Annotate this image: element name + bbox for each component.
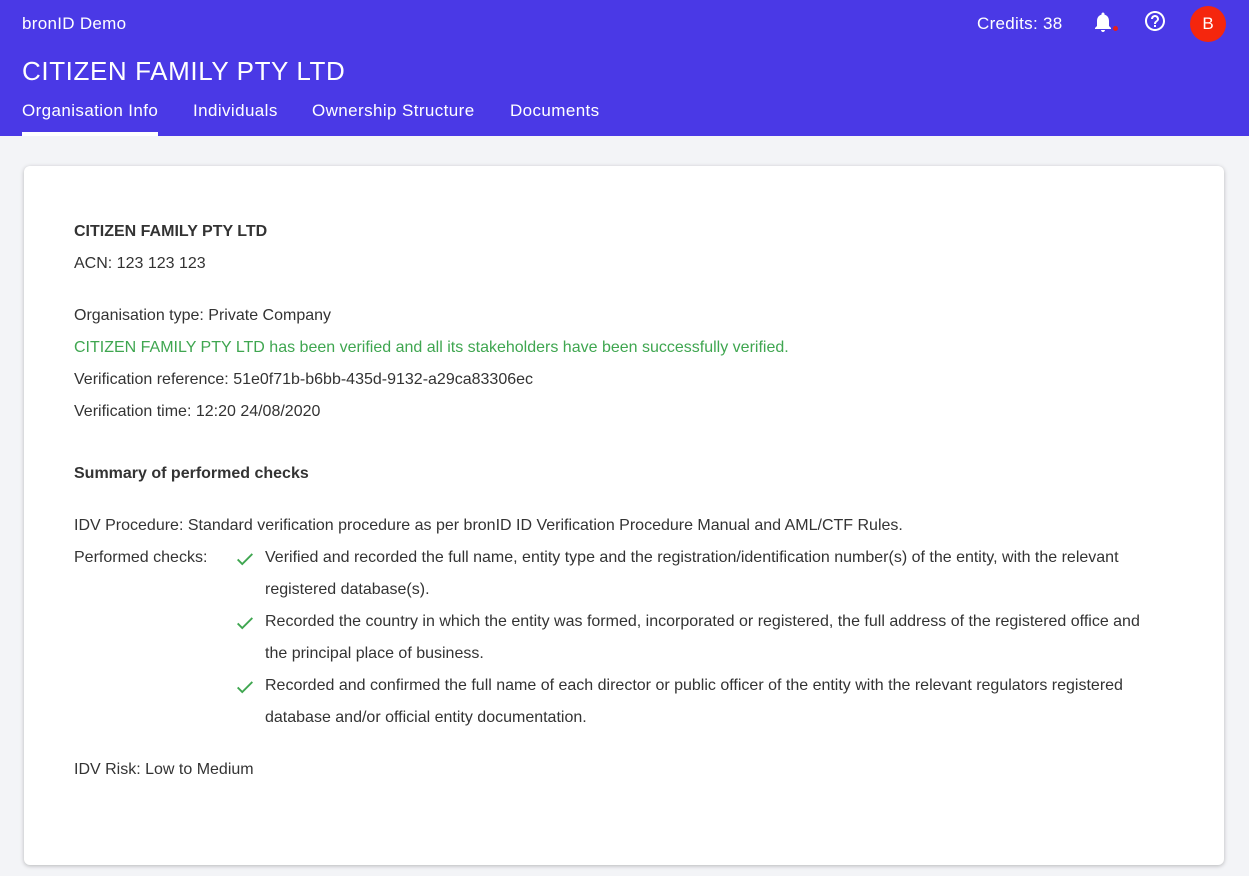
verified-message: CITIZEN FAMILY PTY LTD has been verified… — [74, 339, 789, 356]
check-icon — [237, 617, 253, 630]
notification-dot — [1113, 26, 1118, 31]
verification-reference: Verification reference: 51e0f71b-b6bb-43… — [74, 371, 534, 388]
check-icon — [237, 553, 253, 566]
verification-time: Verification time: 12:20 24/08/2020 — [74, 403, 321, 420]
org-type: Organisation type: Private Company — [74, 307, 332, 324]
tab-documents[interactable]: Documents — [510, 96, 600, 136]
performed-checks-label: Performed checks: — [74, 549, 208, 566]
org-acn: ACN: 123 123 123 — [74, 255, 206, 272]
check-text: Verified and recorded the full name, ent… — [265, 549, 1119, 598]
tab-organisation-info[interactable]: Organisation Info — [22, 96, 159, 136]
check-text: Recorded the country in which the entity… — [265, 613, 1140, 662]
bell-icon[interactable] — [1091, 10, 1115, 34]
idv-procedure: IDV Procedure: Standard verification pro… — [74, 517, 903, 534]
tab-bar: Organisation Info Individuals Ownership … — [0, 96, 1249, 136]
check-icon — [237, 681, 253, 694]
credits-counter: Credits: 38 — [977, 14, 1063, 33]
user-avatar[interactable]: B — [1190, 6, 1226, 42]
check-text: Recorded and confirmed the full name of … — [265, 677, 1123, 726]
help-circle-icon[interactable] — [1143, 9, 1167, 33]
top-app-bar: bronID Demo Credits: 38 B CITIZEN FAMILY… — [0, 0, 1249, 136]
organisation-info-card: CITIZEN FAMILY PTY LTD ACN: 123 123 123 … — [24, 166, 1224, 865]
tab-ownership-structure[interactable]: Ownership Structure — [312, 96, 475, 136]
page-title: CITIZEN FAMILY PTY LTD — [22, 56, 346, 86]
app-name[interactable]: bronID Demo — [22, 14, 126, 34]
idv-risk: IDV Risk: Low to Medium — [74, 761, 254, 778]
org-name: CITIZEN FAMILY PTY LTD — [74, 223, 268, 240]
summary-heading: Summary of performed checks — [74, 465, 309, 482]
tab-individuals[interactable]: Individuals — [193, 96, 278, 136]
